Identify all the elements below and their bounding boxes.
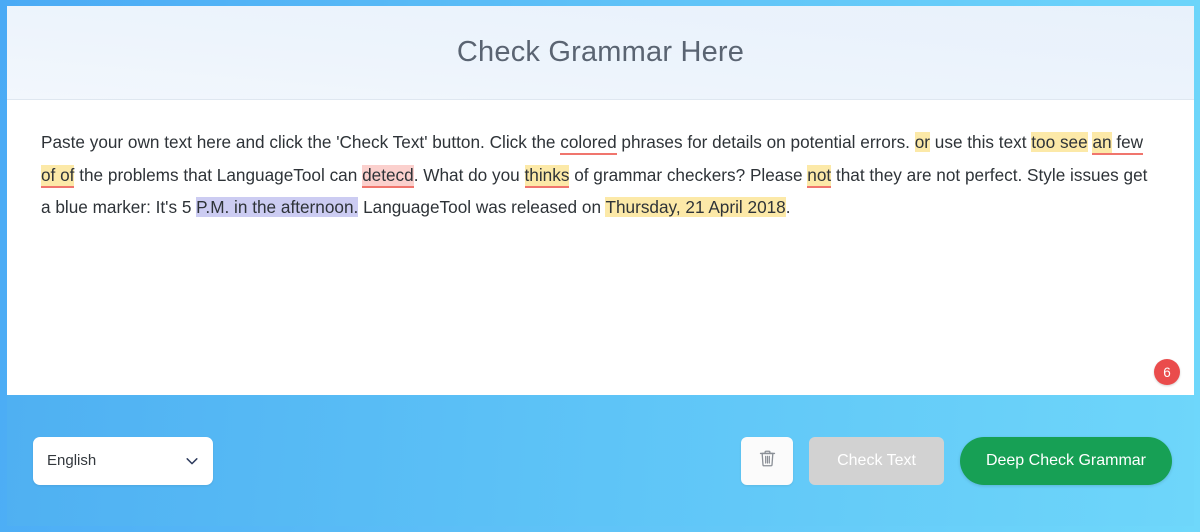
text-segment: . What do you [413, 164, 525, 185]
spelling-marker-underline[interactable]: few [1111, 132, 1144, 155]
text-segment: phrases for details on potential errors. [616, 132, 915, 152]
grammar-checker-card: Check Grammar Here Paste your own text h… [7, 6, 1194, 526]
grammar-marker-yellow[interactable]: too see [1031, 132, 1088, 152]
deep-check-grammar-button[interactable]: Deep Check Grammar [959, 436, 1172, 485]
header-bar: Check Grammar Here [7, 6, 1194, 100]
text-segment: the problems that LanguageTool can [74, 164, 363, 185]
spelling-marker-underline[interactable]: colored [560, 132, 617, 155]
text-segment: use this text [930, 132, 1032, 152]
toolbar-actions: Check Text Deep Check Grammar [741, 436, 1172, 485]
app-frame: Check Grammar Here Paste your own text h… [0, 0, 1200, 532]
grammar-marker-yellow-underlined[interactable]: not [807, 164, 832, 188]
spelling-marker-highlight[interactable]: detecd [362, 164, 414, 188]
page-title: Check Grammar Here [456, 36, 745, 68]
language-select[interactable]: English [33, 436, 213, 485]
text-segment: . [785, 197, 791, 217]
text-editor[interactable]: Paste your own text here and click the '… [7, 100, 1194, 244]
grammar-marker-yellow[interactable]: or [914, 132, 931, 152]
text-segment: Paste your own text here and click the '… [41, 132, 561, 152]
style-marker-blue[interactable]: P.M. in the afternoon. [196, 197, 359, 217]
text-segment: LanguageTool was released on [358, 197, 606, 217]
text-segment: of grammar checkers? Please [569, 164, 808, 185]
clear-text-button[interactable] [741, 436, 794, 485]
grammar-marker-yellow[interactable]: Thursday, 21 April 2018 [605, 197, 786, 217]
editor-area: Paste your own text here and click the '… [7, 100, 1194, 395]
trash-icon [757, 448, 778, 474]
footer-toolbar: English Check Text Deep Check Grammar [7, 395, 1194, 526]
check-text-button[interactable]: Check Text [809, 436, 944, 485]
grammar-marker-yellow-underlined[interactable]: an [1092, 132, 1112, 155]
grammar-marker-yellow-underlined[interactable]: of of [41, 164, 75, 188]
error-count-badge[interactable]: 6 [1154, 359, 1180, 385]
chevron-down-icon [185, 454, 199, 468]
grammar-marker-yellow-underlined[interactable]: thinks [524, 164, 570, 188]
language-select-value: English [47, 452, 97, 469]
